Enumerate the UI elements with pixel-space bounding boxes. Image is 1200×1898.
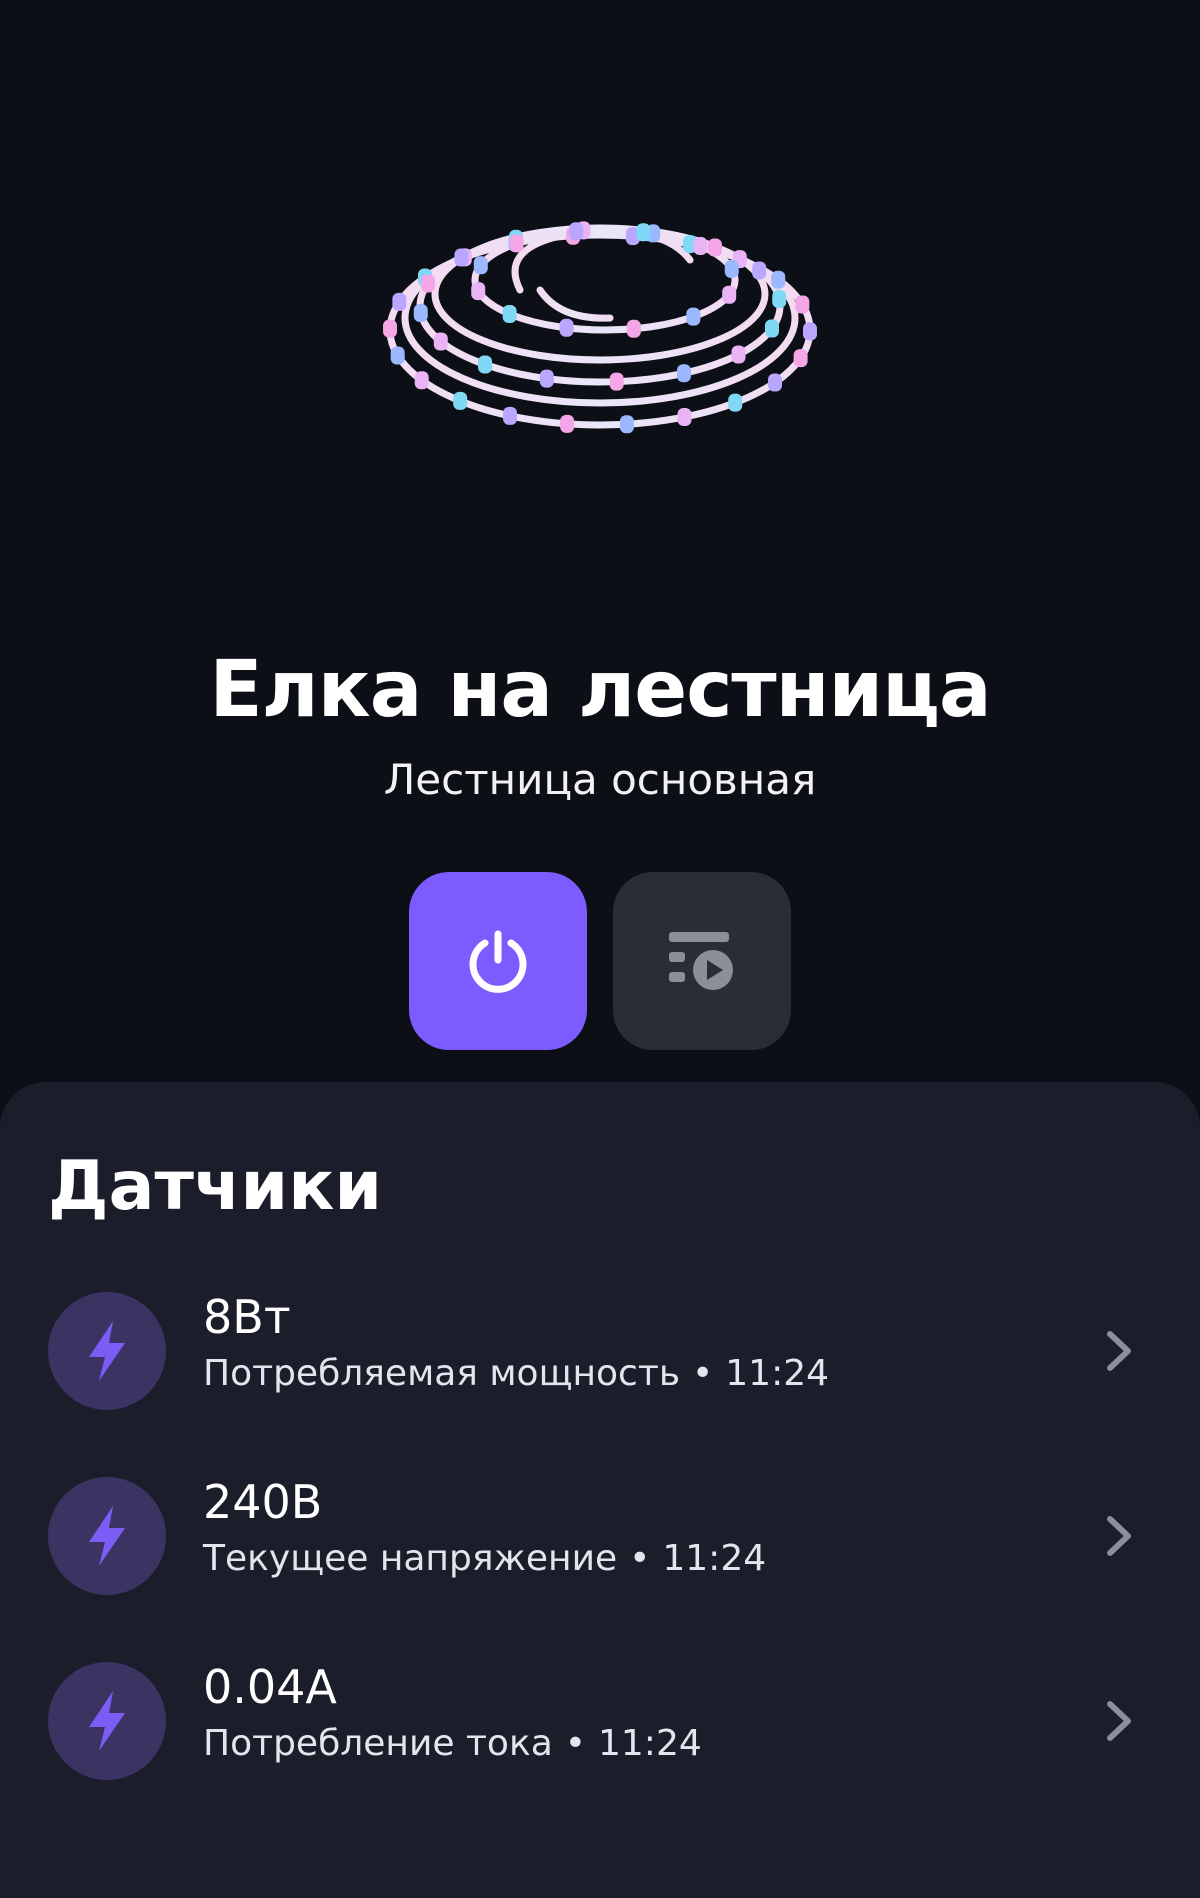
sensor-value: 0.04А <box>203 1660 337 1714</box>
sensor-icon-circle <box>48 1477 166 1595</box>
led-bulb <box>722 285 737 304</box>
led-bulb <box>676 364 691 383</box>
led-bulb <box>686 307 701 326</box>
led-bulb <box>503 406 518 425</box>
led-bulb <box>471 282 486 301</box>
sensor-label: Потребление тока <box>203 1723 553 1764</box>
led-bulb <box>793 349 808 368</box>
sensors-panel: Датчики 8Вт Потребляемая мощность • 11:24 <box>0 1082 1200 1898</box>
led-bulb <box>390 346 405 365</box>
led-bulb <box>539 369 554 388</box>
sensor-row-current[interactable]: 0.04А Потребление тока • 11:24 <box>0 1648 1200 1833</box>
led-bulb <box>731 345 746 364</box>
led-bulb <box>724 259 739 278</box>
led-bulb <box>383 319 398 338</box>
led-bulb <box>707 238 722 257</box>
led-bulb <box>478 355 493 374</box>
led-bulb <box>619 415 634 434</box>
led-bulb <box>569 222 584 241</box>
led-bulb <box>802 322 817 341</box>
sensor-time: 11:24 <box>662 1538 767 1579</box>
led-bulb <box>502 304 517 323</box>
sensor-meta: Потребление тока • 11:24 <box>203 1720 702 1768</box>
sensor-label: Текущее напряжение <box>203 1538 618 1579</box>
led-bulb <box>693 237 708 256</box>
sensor-value: 8Вт <box>203 1290 291 1344</box>
sensors-title: Датчики <box>48 1147 382 1226</box>
sensor-row-voltage[interactable]: 240В Текущее напряжение • 11:24 <box>0 1463 1200 1648</box>
led-bulb <box>421 274 436 293</box>
led-bulb <box>560 414 575 433</box>
lightning-icon <box>89 1691 125 1751</box>
sensor-label: Потребляемая мощность <box>203 1353 681 1394</box>
scenario-play-icon <box>669 932 733 990</box>
led-bulb <box>559 318 574 337</box>
separator-dot: • <box>692 1353 714 1394</box>
separator-dot: • <box>629 1538 651 1579</box>
led-bulb <box>772 289 787 308</box>
lightning-icon <box>89 1506 125 1566</box>
lightning-icon <box>89 1321 125 1381</box>
chevron-right-icon <box>1107 1516 1131 1556</box>
sensor-icon-circle <box>48 1292 166 1410</box>
led-bulb <box>636 223 651 242</box>
sensor-meta: Текущее напряжение • 11:24 <box>203 1535 766 1583</box>
led-bulb <box>764 319 779 338</box>
led-bulb <box>454 248 469 267</box>
chevron-right-icon <box>1107 1331 1131 1371</box>
led-bulb <box>771 270 786 289</box>
sensor-list: 8Вт Потребляемая мощность • 11:24 240В Тек… <box>0 1278 1200 1833</box>
led-bulb <box>453 391 468 410</box>
scenario-button[interactable] <box>613 872 791 1050</box>
sensor-value: 240В <box>203 1475 323 1529</box>
led-bulb <box>414 371 429 390</box>
power-button[interactable] <box>409 872 587 1050</box>
chevron-right-icon <box>1107 1701 1131 1741</box>
led-bulb <box>768 373 783 392</box>
led-bulb <box>752 261 767 280</box>
device-room: Лестница основная <box>383 755 817 804</box>
device-actions <box>409 872 791 1050</box>
led-bulb <box>473 256 488 275</box>
led-bulb <box>433 332 448 351</box>
separator-dot: • <box>564 1723 586 1764</box>
device-title: Елка на лестница <box>209 645 991 735</box>
garland-image <box>383 221 817 434</box>
device-screen: Елка на лестница Лестница основная Датчи… <box>0 0 1200 1898</box>
led-bulb <box>677 407 692 426</box>
sensor-time: 11:24 <box>725 1353 830 1394</box>
led-bulb <box>728 393 743 412</box>
led-bulb <box>609 372 624 391</box>
sensor-icon-circle <box>48 1662 166 1780</box>
sensor-row-power[interactable]: 8Вт Потребляемая мощность • 11:24 <box>0 1278 1200 1463</box>
led-bulb <box>795 295 810 314</box>
led-bulb <box>509 234 524 253</box>
led-bulb <box>392 292 407 311</box>
sensor-meta: Потребляемая мощность • 11:24 <box>203 1350 829 1398</box>
led-bulb <box>626 319 641 338</box>
power-icon <box>469 930 527 993</box>
led-bulb <box>413 304 428 323</box>
sensor-time: 11:24 <box>598 1723 702 1764</box>
